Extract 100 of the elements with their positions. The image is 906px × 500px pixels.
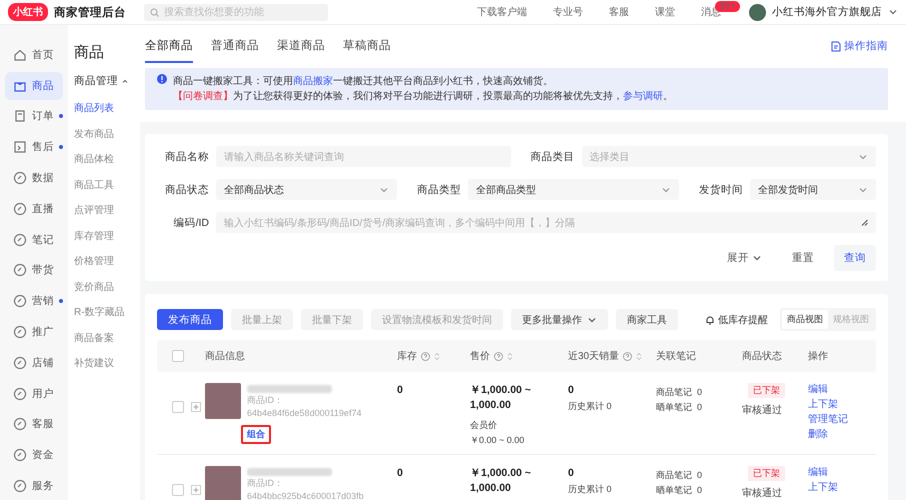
- product-id: 64b4bbc925b4c600017d03fb: [247, 491, 365, 500]
- field-label: 发货时间: [698, 182, 743, 196]
- submenu-item[interactable]: 发布商品: [74, 122, 140, 147]
- review-status: 审核通过: [742, 404, 783, 417]
- sort-icon: [507, 352, 513, 360]
- submenu-item[interactable]: 商品体检: [74, 147, 140, 172]
- product-image: [205, 383, 241, 419]
- plus-box-icon[interactable]: [191, 402, 201, 412]
- notice-link[interactable]: 商品搬家: [293, 76, 333, 87]
- placeholder-text: 选择类目: [590, 150, 630, 164]
- menu-group[interactable]: 商品管理: [74, 74, 140, 88]
- tab[interactable]: 普通商品: [211, 30, 259, 62]
- product-image: [205, 466, 241, 500]
- action-link[interactable]: 管理笔记: [808, 413, 876, 426]
- publish-button[interactable]: 发布商品: [157, 309, 223, 330]
- note-count: 晒单笔记 0: [656, 401, 704, 414]
- nav-label: 客服: [32, 417, 54, 432]
- submenu-item[interactable]: 点评管理: [74, 198, 140, 224]
- note-count: 商品笔记 0: [656, 469, 704, 482]
- low-stock-toggle[interactable]: 低库存提醒: [705, 312, 768, 326]
- field-label: 编码/ID: [172, 216, 209, 230]
- caret-icon: [888, 7, 898, 17]
- nav-item[interactable]: 笔记: [5, 226, 63, 254]
- select-field[interactable]: 全部商品类型: [468, 179, 679, 200]
- submenu-item[interactable]: 库存管理: [74, 224, 140, 249]
- nav-item[interactable]: 带货: [5, 256, 63, 284]
- expand-button[interactable]: 展开: [717, 245, 772, 271]
- action-link[interactable]: 删除: [808, 428, 876, 441]
- resize-handle-icon: [861, 219, 868, 226]
- field-label: 商品类目: [530, 150, 574, 164]
- submenu-item[interactable]: 补货建议: [74, 351, 140, 376]
- nav-item[interactable]: 客服: [5, 410, 63, 438]
- submenu-item[interactable]: 商品列表: [74, 96, 140, 122]
- nav-item[interactable]: 商品: [5, 72, 63, 100]
- logo: 小红书: [8, 3, 48, 21]
- nav-item[interactable]: 数据: [5, 164, 63, 192]
- header-link[interactable]: 客服: [609, 5, 629, 19]
- toolbar-button[interactable]: 商家工具: [616, 309, 678, 330]
- shop-name[interactable]: 小红书海外官方旗舰店: [772, 5, 882, 19]
- nav-label: 营销: [32, 294, 54, 308]
- submenu-item[interactable]: 商品备案: [74, 326, 140, 351]
- action-link[interactable]: 上下架: [808, 481, 876, 494]
- submenu-item[interactable]: R-数字藏品: [74, 300, 140, 326]
- checkbox[interactable]: [172, 401, 184, 413]
- nav-item[interactable]: 用户: [5, 380, 63, 408]
- nav-item[interactable]: 售后: [5, 133, 63, 162]
- column-header[interactable]: 售价: [470, 349, 568, 363]
- select-field[interactable]: 全部商品状态: [216, 179, 397, 200]
- nav-label: 订单: [32, 109, 54, 124]
- column-header[interactable]: 库存: [397, 349, 470, 363]
- view-option[interactable]: 商品视图: [782, 310, 828, 329]
- select-field[interactable]: 全部发货时间: [750, 179, 876, 200]
- nav-item[interactable]: 资金: [5, 441, 63, 470]
- nav-label: 首页: [32, 48, 54, 62]
- checkbox[interactable]: [172, 484, 184, 496]
- submenu-item[interactable]: 商品工具: [74, 172, 140, 198]
- select-value: 全部商品类型: [476, 184, 537, 196]
- app-title: 商家管理后台: [54, 5, 126, 20]
- clipboard-icon: [13, 109, 27, 124]
- action-link[interactable]: 编辑: [808, 383, 876, 396]
- submenu-item[interactable]: 价格管理: [74, 249, 140, 274]
- product-id-label: 商品ID：: [247, 478, 284, 489]
- toolbar-button[interactable]: 更多批量操作: [511, 309, 608, 330]
- chevron-up-icon: [121, 77, 129, 85]
- submenu-item[interactable]: 竞价商品: [74, 274, 140, 300]
- column-header[interactable]: 近30天销量: [568, 349, 656, 363]
- nav-item[interactable]: 首页: [5, 41, 63, 69]
- search-icon: [150, 8, 159, 16]
- sort-icon: [636, 352, 642, 360]
- nav-item[interactable]: 服务: [5, 472, 63, 500]
- nav-label: 店铺: [32, 356, 54, 370]
- history-total: 历史累计 0: [568, 483, 613, 496]
- nav-item[interactable]: 直播: [5, 194, 63, 223]
- column-header: 商品信息: [205, 350, 246, 363]
- nav-item[interactable]: 订单: [5, 102, 63, 130]
- checkbox[interactable]: [172, 350, 184, 362]
- tab[interactable]: 全部商品: [145, 30, 193, 62]
- avatar: [749, 4, 766, 20]
- header-link[interactable]: 专业号: [553, 5, 583, 19]
- status-tag: 已下架: [748, 466, 785, 481]
- header-link[interactable]: 课堂: [655, 5, 675, 19]
- plus-box-icon[interactable]: [191, 485, 201, 495]
- tab[interactable]: 草稿商品: [343, 30, 391, 62]
- nav-item[interactable]: 营销: [5, 287, 63, 316]
- search-button[interactable]: 查询: [834, 245, 876, 271]
- guide-link[interactable]: 操作指南: [831, 39, 888, 53]
- menu-group-label: 商品管理: [74, 74, 118, 88]
- action-link[interactable]: 编辑: [808, 466, 876, 479]
- nav-label: 带货: [32, 263, 54, 278]
- nav-item[interactable]: 推广: [5, 318, 63, 346]
- nav-item[interactable]: 店铺: [5, 348, 63, 377]
- reset-button[interactable]: 重置: [782, 245, 824, 271]
- header-link[interactable]: 下载客户端: [477, 5, 527, 19]
- tab[interactable]: 渠道商品: [277, 30, 325, 62]
- nav-label: 直播: [32, 202, 54, 216]
- nav-label: 数据: [32, 171, 54, 186]
- nav-label: 服务: [32, 479, 54, 494]
- action-link[interactable]: 上下架: [808, 398, 876, 411]
- survey-link[interactable]: 参与调研: [623, 91, 663, 102]
- price: ￥1,000.00 ~ 1,000.00: [470, 383, 532, 413]
